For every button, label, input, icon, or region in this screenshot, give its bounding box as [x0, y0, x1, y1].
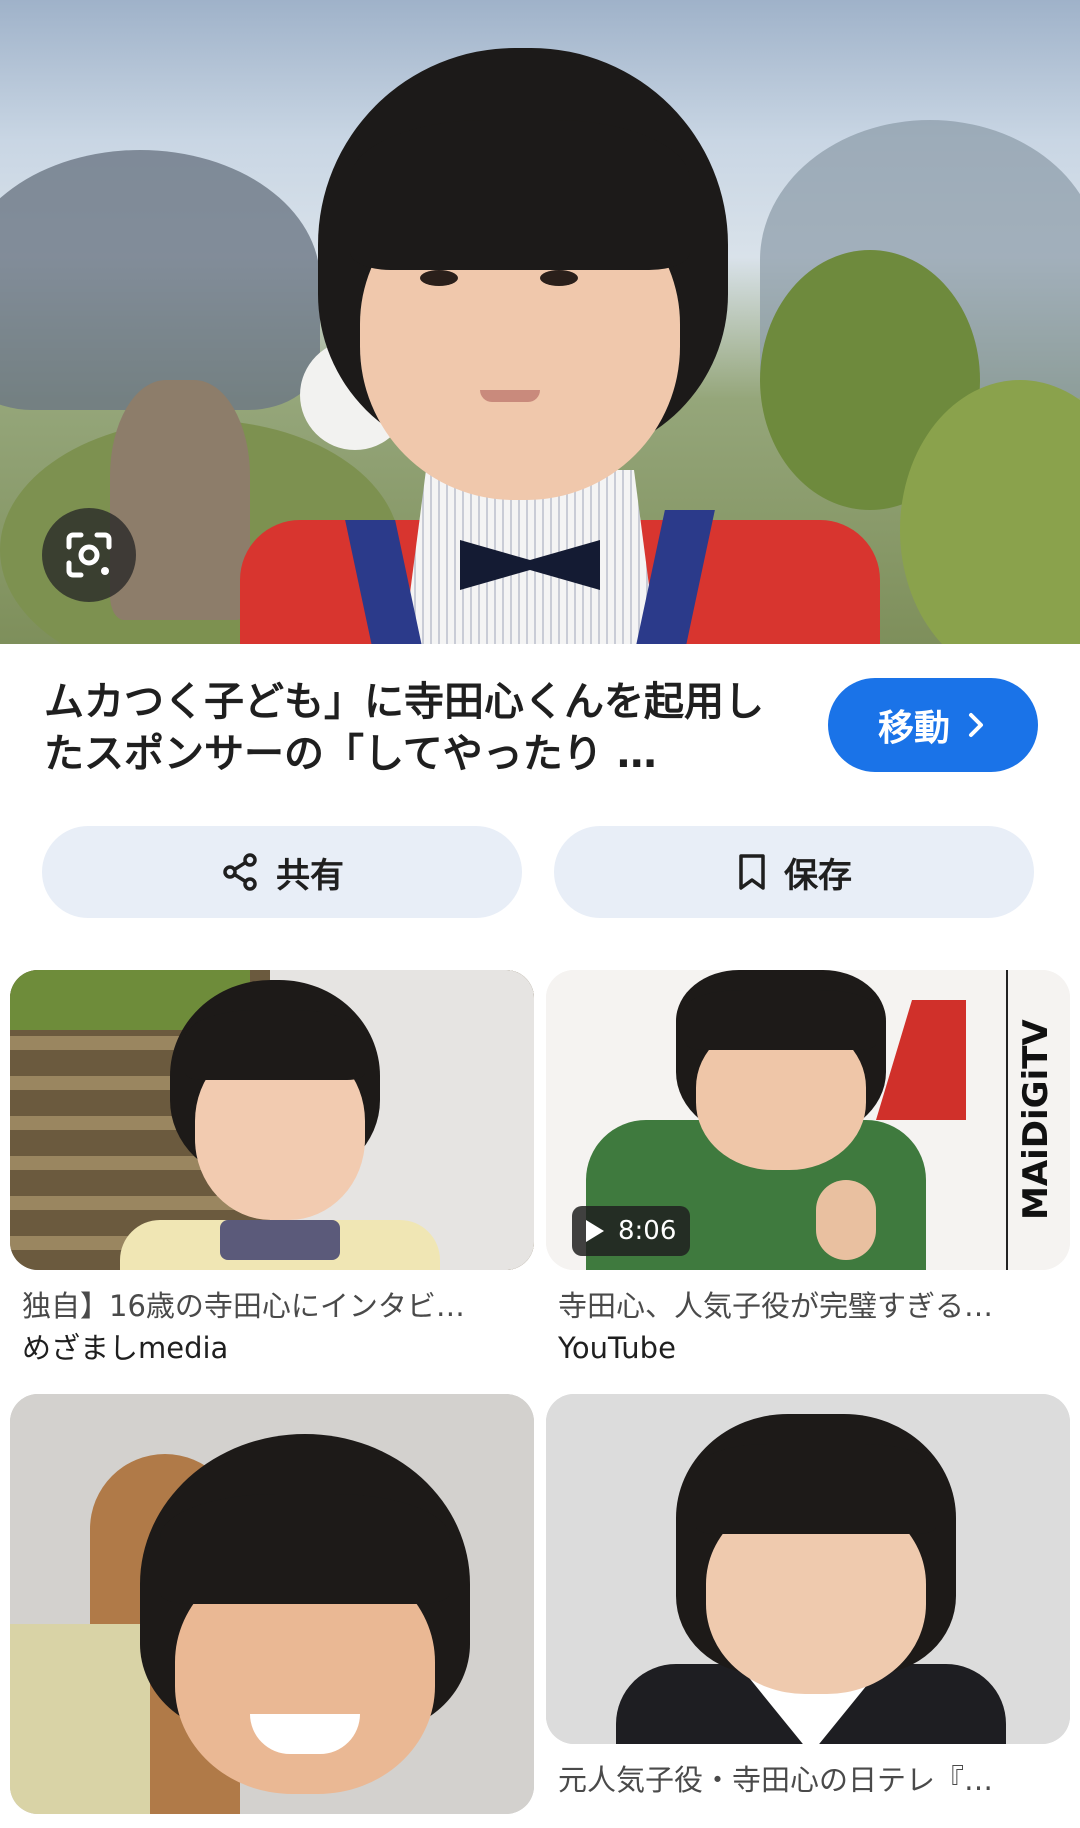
related-result-card[interactable]: MAiDiGiTV 8:06 寺田心、人気子役が完璧すぎる… YouTube: [546, 970, 1070, 1368]
image-mouth: [480, 390, 540, 402]
result-title[interactable]: ムカつく子ども」に寺田心くんを起用したスポンサーの「してやったり …: [44, 676, 784, 780]
image-child-bangs: [160, 1494, 450, 1604]
related-thumbnail[interactable]: MAiDiGiTV 8:06: [546, 970, 1070, 1270]
bookmark-icon: [739, 854, 765, 890]
image-sign-text: [556, 1010, 676, 1090]
image-board: [10, 1624, 150, 1814]
chevron-right-icon: [969, 713, 983, 737]
image-child-bangs: [696, 1444, 936, 1534]
watermark-text: MAiDiGiTV: [1016, 1019, 1056, 1220]
related-thumbnail[interactable]: [10, 970, 534, 1270]
share-button[interactable]: 共有: [42, 826, 522, 918]
related-source: めざましmedia: [22, 1331, 229, 1365]
related-caption: 元人気子役・寺田心の日テレ『…: [558, 1763, 994, 1797]
visit-label: 移動: [877, 708, 950, 749]
image-child-bangs: [686, 990, 876, 1050]
related-source: YouTube: [558, 1331, 676, 1365]
related-result-card[interactable]: 元人気子役・寺田心の日テレ『…: [546, 1394, 1070, 1802]
google-lens-icon: [66, 532, 112, 578]
video-duration-badge: 8:06: [572, 1206, 691, 1256]
share-icon: [223, 853, 257, 891]
lens-button[interactable]: [42, 508, 136, 602]
related-result-card[interactable]: [10, 1394, 534, 1828]
related-caption: 寺田心、人気子役が完璧すぎる…: [558, 1289, 994, 1323]
visit-button[interactable]: 移動: [828, 678, 1038, 772]
image-child-bangs: [350, 120, 690, 270]
related-caption: 独自】16歳の寺田心にインタビ…: [22, 1289, 465, 1323]
image-eye: [420, 270, 458, 286]
play-icon: [586, 1220, 604, 1242]
image-eye: [540, 270, 578, 286]
image-child-hands: [816, 1180, 876, 1260]
related-thumbnail[interactable]: [546, 1394, 1070, 1744]
save-label: 保存: [784, 855, 852, 896]
image-background-person: [110, 380, 250, 620]
related-thumbnail[interactable]: [10, 1394, 534, 1814]
image-divider: [1006, 970, 1008, 1270]
image-bowtie: [220, 1220, 340, 1260]
related-result-card[interactable]: 独自】16歳の寺田心にインタビ… めざましmedia: [10, 970, 534, 1368]
video-duration: 8:06: [618, 1216, 677, 1246]
main-image[interactable]: [0, 0, 1080, 644]
save-button[interactable]: 保存: [554, 826, 1034, 918]
image-child-bangs: [185, 1010, 365, 1080]
image-mountain: [0, 150, 320, 410]
share-label: 共有: [276, 855, 344, 896]
